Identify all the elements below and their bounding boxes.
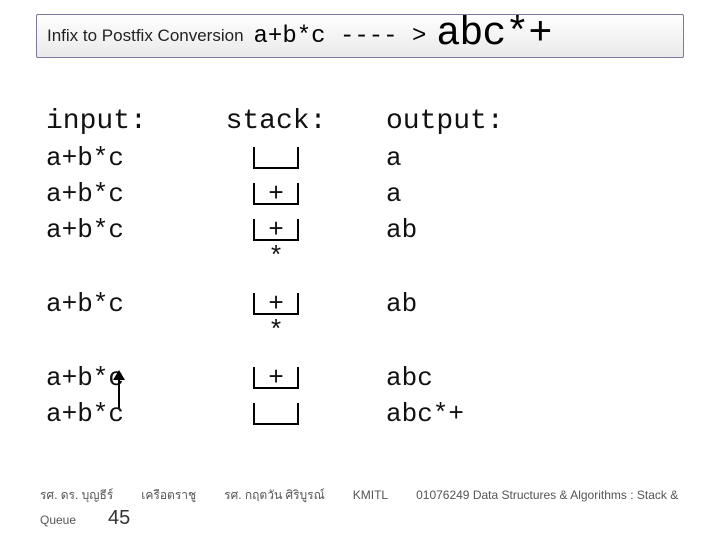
cell-output: ab (366, 289, 680, 319)
footer-label2: Queue (40, 513, 76, 527)
footer-author2: เครือตราชู (141, 486, 196, 505)
cell-input: a+b*c (46, 289, 186, 319)
gap (46, 349, 680, 363)
stack-u-icon: + (253, 219, 299, 241)
gap (46, 275, 680, 289)
stack-u-icon: + (253, 293, 299, 315)
cell-output: ab (366, 215, 680, 245)
stack-top-val: + (255, 179, 297, 209)
cell-output: a (366, 143, 680, 173)
header-expr: a+b*c ---- > (254, 23, 427, 50)
stack-top-val: + (255, 215, 297, 245)
col-header-output: output: (366, 106, 680, 137)
stack-top-val: + (255, 289, 297, 319)
cell-output: abc*+ (366, 399, 680, 429)
table-row: a+b*c + * ab (46, 289, 680, 343)
cell-stack (186, 399, 366, 429)
cell-output: abc (366, 363, 680, 393)
cell-stack: + (186, 179, 366, 209)
footer-course: 01076249 Data Structures & Algorithms : … (416, 488, 678, 502)
slide-footer: รศ. ดร. บุญธีร์ เครือตราชู รศ. กฤตวัน ศิ… (40, 486, 710, 530)
page-number: 45 (108, 507, 130, 530)
cell-input: a+b*c (46, 179, 186, 209)
footer-inst: KMITL (353, 488, 388, 502)
slide-header: Infix to Postfix Conversion a+b*c ---- >… (36, 14, 684, 58)
col-header-stack: stack: (186, 106, 366, 137)
cell-stack: + * (186, 215, 366, 269)
col-header-input: input: (46, 106, 186, 137)
stack-extra-val: * (186, 319, 366, 343)
table-row: a+b*c + * ab (46, 215, 680, 269)
header-result: abc*+ (436, 12, 551, 57)
table-row: a+b*c a (46, 143, 680, 173)
cell-stack: + (186, 363, 366, 393)
conversion-table: input: stack: output: a+b*c a a+b*c + a … (46, 106, 680, 435)
arrow-up-icon (110, 370, 128, 410)
table-row: a+b*c abc*+ (46, 399, 680, 429)
stack-u-icon (253, 403, 299, 425)
table-row: a+b*c + a (46, 179, 680, 209)
cell-input: a+b*c (46, 143, 186, 173)
cell-stack: + * (186, 289, 366, 343)
cell-input: a+b*c (46, 215, 186, 245)
table-row: a+b*c + abc (46, 363, 680, 393)
footer-author1: รศ. ดร. บุญธีร์ (40, 486, 113, 505)
stack-u-icon: + (253, 367, 299, 389)
stack-extra-val: * (186, 245, 366, 269)
table-header-row: input: stack: output: (46, 106, 680, 137)
stack-top-val: + (255, 363, 297, 393)
cell-stack (186, 143, 366, 173)
footer-author3: รศ. กฤตวัน ศิริบูรณ์ (224, 486, 325, 505)
header-title: Infix to Postfix Conversion (47, 26, 244, 46)
cell-output: a (366, 179, 680, 209)
stack-u-icon: + (253, 183, 299, 205)
stack-u-icon (253, 147, 299, 169)
